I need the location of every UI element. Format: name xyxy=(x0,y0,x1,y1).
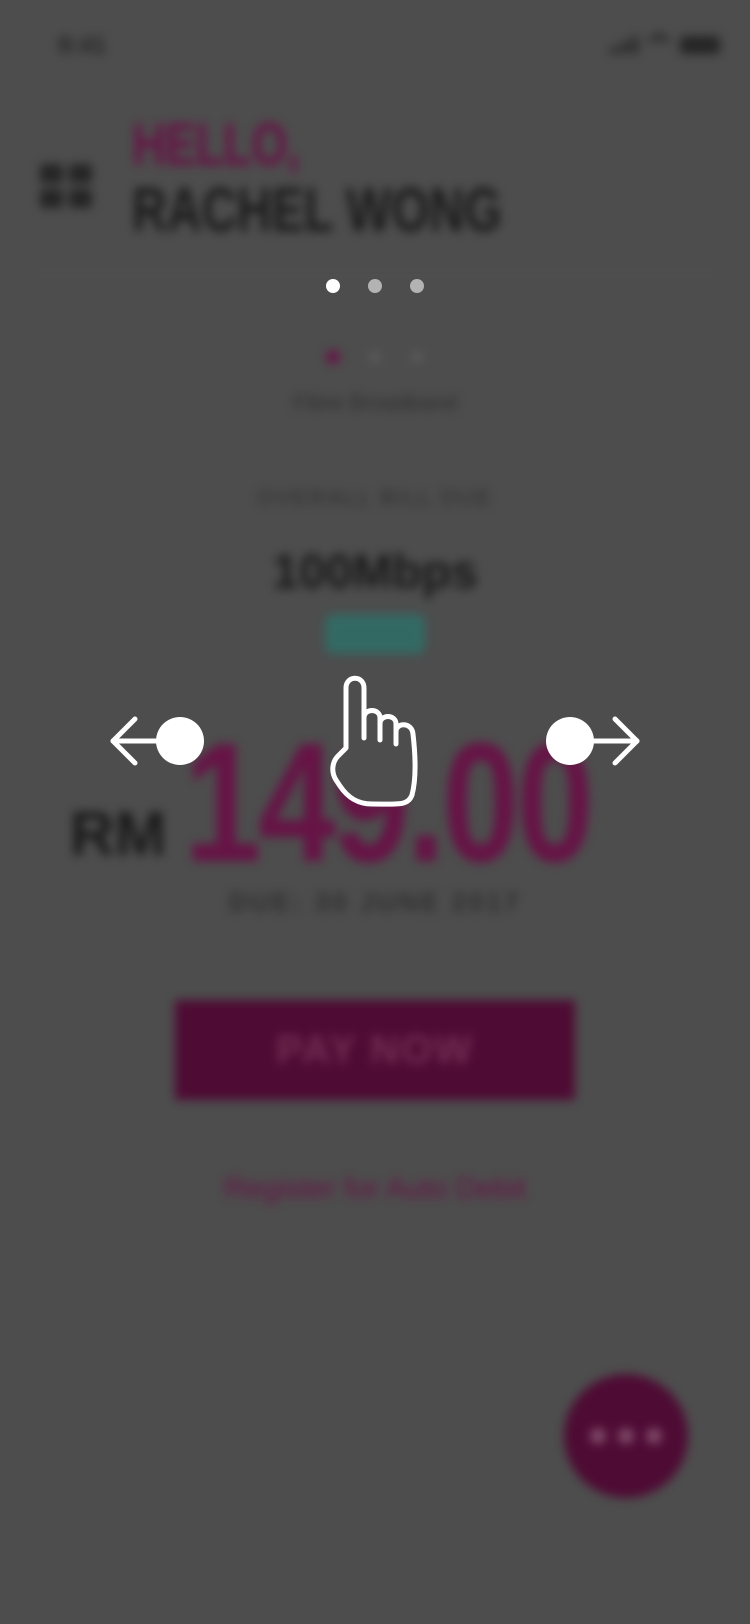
swipe-tutorial-overlay[interactable] xyxy=(0,0,750,1624)
swipe-gesture-hint xyxy=(110,675,640,807)
arrow-right-icon xyxy=(546,716,640,766)
hand-pointer-icon xyxy=(330,675,418,807)
arrow-left-icon xyxy=(110,716,204,766)
screen: 9:41 HELLO, RACHEL WONG Fibre Broadband … xyxy=(0,0,750,1624)
